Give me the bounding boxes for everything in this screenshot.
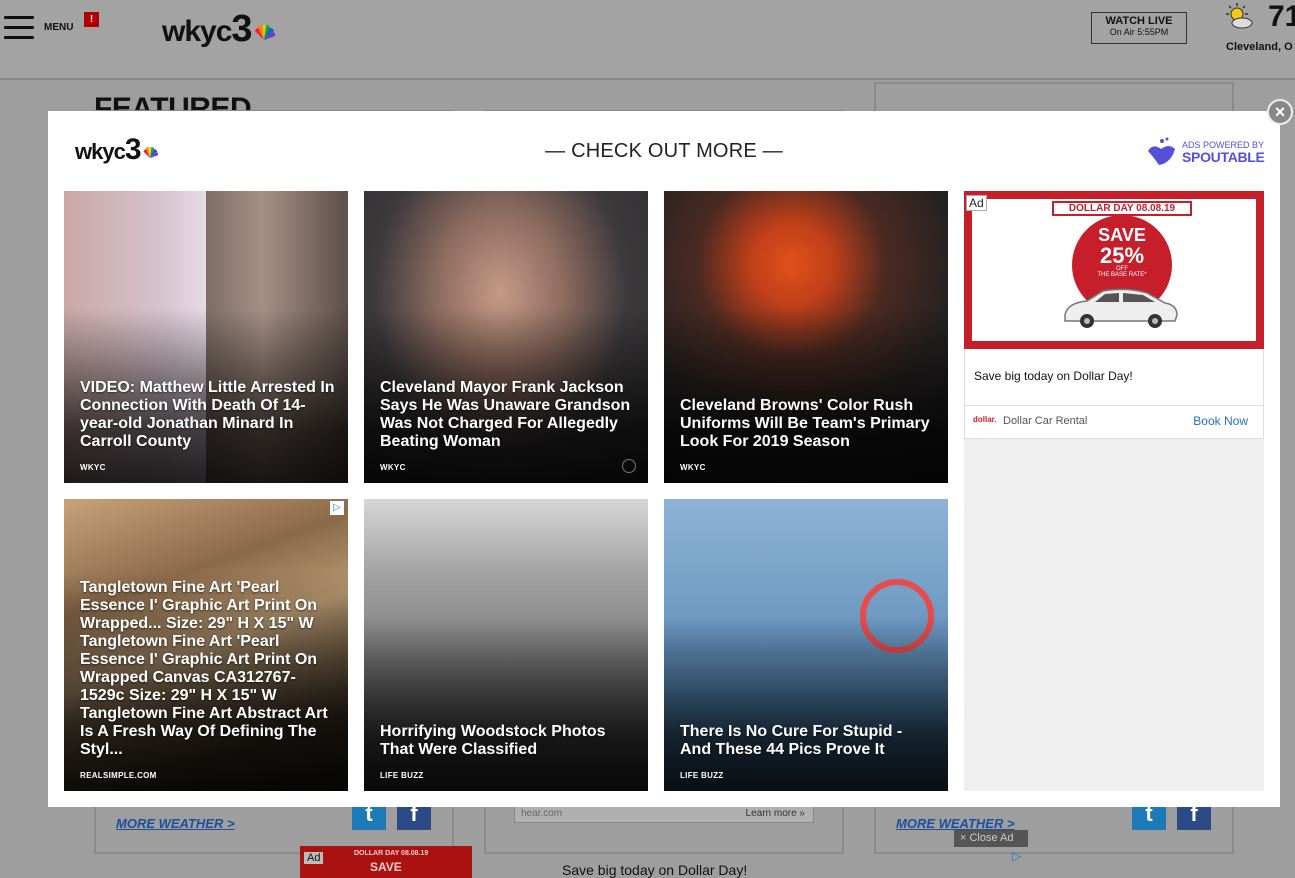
story-title: Cleveland Browns' Color Rush Uniforms Wi… [680, 397, 930, 450]
logo-text: wkyc [162, 15, 232, 48]
logo-number: 3 [231, 8, 253, 50]
side-display-ad[interactable]: Ad DOLLAR DAY 08.08.19 SAVE 25% OFF THE … [964, 191, 1264, 791]
bottom-banner-ad[interactable]: Ad DOLLAR DAY 08.08.19 SAVE [300, 846, 472, 878]
ad-banner-image[interactable]: Ad DOLLAR DAY 08.08.19 SAVE 25% OFF THE … [964, 191, 1264, 349]
watch-live-button[interactable]: WATCH LIVE On Air 5:55PM [1091, 12, 1187, 44]
story-card[interactable]: Cleveland Mayor Frank Jackson Says He Wa… [364, 191, 648, 483]
story-card[interactable]: VIDEO: Matthew Little Arrested In Connec… [64, 191, 348, 483]
story-card[interactable]: There Is No Cure For Stupid - And These … [664, 499, 948, 791]
close-ad-button[interactable]: × Close Ad [954, 830, 1028, 847]
city-label: Cleveland, O [1226, 41, 1293, 53]
story-card[interactable]: ▷ Tangletown Fine Art 'Pearl Essence I' … [64, 499, 348, 791]
story-source: WKYC [680, 463, 706, 472]
modal-close-button[interactable]: × [1267, 99, 1293, 125]
sponsored-url-field[interactable]: hear.com Learn more » [514, 805, 814, 823]
site-header: MENU ! wkyc3 WATCH LIVE On Air 5:55PM 71… [0, 0, 1295, 80]
watch-live-title: WATCH LIVE [1105, 15, 1173, 27]
alert-badge[interactable]: ! [84, 12, 99, 27]
advertiser-name[interactable]: Dollar Car Rental [1003, 415, 1087, 427]
story-card[interactable]: Cleveland Browns' Color Rush Uniforms Wi… [664, 191, 948, 483]
menu-label[interactable]: MENU [44, 22, 73, 33]
partly-sunny-icon[interactable] [1224, 2, 1254, 32]
car-icon [1064, 288, 1178, 328]
sponsored-url: hear.com [521, 808, 563, 819]
story-source: LIFE BUZZ [680, 771, 724, 780]
ad-tag: Ad [304, 852, 324, 864]
more-weather-link-left[interactable]: MORE WEATHER > [116, 816, 235, 831]
story-source: WKYC [380, 463, 406, 472]
adchoices-icon[interactable]: ▷ [1012, 849, 1021, 863]
learn-more-link[interactable]: Learn more » [746, 808, 805, 819]
spoutable-name: SPOUTABLE [1182, 149, 1265, 165]
story-source: LIFE BUZZ [380, 771, 424, 780]
temperature[interactable]: 71 [1268, 0, 1295, 34]
watch-live-subtitle: On Air 5:55PM [1109, 27, 1169, 37]
ad-message[interactable]: Save big today on Dollar Day! [974, 369, 1133, 383]
story-card[interactable]: Horrifying Woodstock Photos That Were Cl… [364, 499, 648, 791]
adchoices-icon[interactable]: ▷ [330, 501, 344, 515]
story-title: Horrifying Woodstock Photos That Were Cl… [380, 723, 606, 758]
bottom-ad-text[interactable]: Save big today on Dollar Day! [562, 862, 747, 878]
story-title: Tangletown Fine Art 'Pearl Essence I' Gr… [80, 579, 328, 758]
modal-heading: — CHECK OUT MORE — [545, 140, 783, 162]
spoutable-branding[interactable]: ADS POWERED BY SPOUTABLE [1145, 135, 1267, 167]
story-title: Cleveland Mayor Frank Jackson Says He Wa… [380, 379, 631, 450]
story-title: There Is No Cure For Stupid - And These … [680, 723, 903, 758]
watermark-icon [622, 459, 636, 473]
story-source: REALSIMPLE.COM [80, 771, 157, 780]
spoutable-whale-icon [1148, 137, 1175, 165]
dollar-mini-logo: dollar. [973, 415, 997, 424]
story-title: VIDEO: Matthew Little Arrested In Connec… [80, 379, 335, 450]
bottom-ad-date: DOLLAR DAY 08.08.19 [354, 850, 429, 857]
bottom-ad-save: SAVE [370, 860, 402, 874]
more-weather-link-right[interactable]: MORE WEATHER > [896, 816, 1015, 831]
dollar-logo: dollar. [1184, 303, 1232, 320]
book-now-link[interactable]: Book Now [1193, 414, 1248, 428]
hamburger-menu-icon[interactable] [4, 16, 34, 40]
site-logo[interactable]: wkyc3 [162, 8, 275, 50]
check-out-more-modal: wkyc3 — CHECK OUT MORE — ADS POWERED BY … [48, 111, 1280, 807]
save-percent: 25% [1099, 243, 1145, 268]
ad-tag: Ad [966, 195, 987, 211]
nbc-peacock-icon [254, 24, 275, 40]
story-source: WKYC [80, 463, 106, 472]
base-rate: THE BASE RATE* [1097, 272, 1147, 278]
dollar-day-date: DOLLAR DAY 08.08.19 [1052, 201, 1192, 216]
